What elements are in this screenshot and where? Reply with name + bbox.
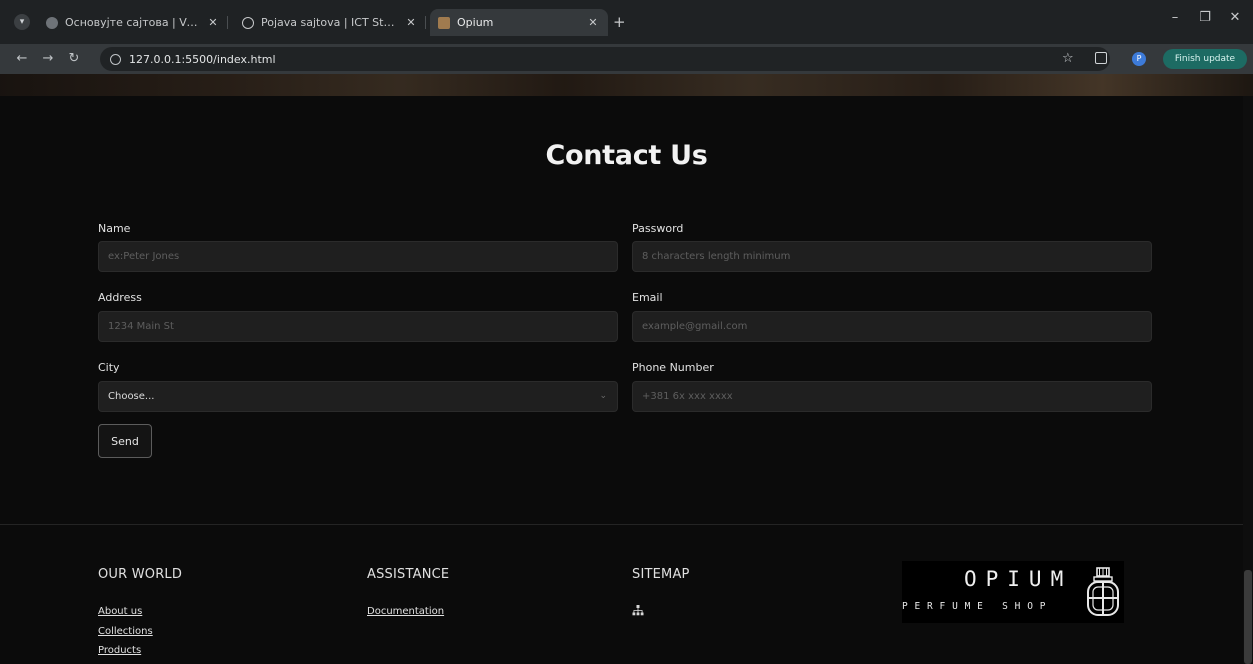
- phone-input[interactable]: +381 6x xxx xxxx: [632, 381, 1152, 412]
- url-text: 127.0.0.1:5500/index.html: [129, 52, 276, 66]
- tab-close-icon[interactable]: ✕: [206, 16, 220, 29]
- footer-divider: [0, 524, 1253, 525]
- address-label: Address: [98, 291, 142, 304]
- logo-wordmark: OPIUM: [964, 567, 1073, 591]
- profile-avatar[interactable]: P: [1132, 52, 1146, 66]
- tab-title: Pojava sajtova | ICT Studentski: [261, 16, 398, 29]
- site-info-icon[interactable]: [110, 53, 121, 65]
- sitemap-icon[interactable]: [632, 605, 644, 619]
- perfume-bottle-icon: [1087, 567, 1119, 616]
- extensions-icon[interactable]: [1095, 52, 1107, 64]
- email-label: Email: [632, 291, 663, 304]
- footer-heading-assistance: ASSISTANCE: [367, 567, 450, 582]
- hero-image-strip: [0, 74, 1253, 96]
- city-label: City: [98, 361, 120, 374]
- password-input[interactable]: 8 characters length minimum: [632, 241, 1152, 272]
- scrollbar-thumb[interactable]: [1244, 570, 1252, 664]
- address-input[interactable]: 1234 Main St: [98, 311, 618, 342]
- address-bar[interactable]: 127.0.0.1:5500/index.html: [100, 47, 1110, 71]
- globe-icon: [242, 16, 254, 29]
- restore-icon[interactable]: ❐: [1190, 10, 1220, 25]
- finish-update-button[interactable]: Finish update: [1163, 49, 1247, 69]
- forward-icon[interactable]: →: [40, 51, 56, 67]
- footer-link-about-us[interactable]: About us: [98, 606, 142, 617]
- logo-subtitle: PERFUME SHOP: [902, 601, 1053, 612]
- browser-toolbar: ← → ↻ 127.0.0.1:5500/index.html ☆ P Fini…: [0, 44, 1253, 74]
- footer-heading-sitemap: SITEMAP: [632, 567, 690, 582]
- password-label: Password: [632, 222, 684, 235]
- tab-title: Opium: [457, 16, 494, 29]
- minimize-icon[interactable]: –: [1160, 10, 1190, 25]
- browser-tab-1[interactable]: Основујте сајтова | Visoka ICT ✕: [38, 9, 228, 36]
- tab-title: Основујте сајтова | Visoka ICT: [65, 16, 200, 29]
- close-window-icon[interactable]: ✕: [1220, 10, 1250, 25]
- opium-favicon-icon: [438, 16, 450, 29]
- phone-label: Phone Number: [632, 361, 714, 374]
- city-selected-value: Choose...: [108, 391, 155, 402]
- browser-tab-bar: ▾ Основујте сајтова | Visoka ICT ✕ Pojav…: [0, 0, 1253, 44]
- chevron-down-icon: ⌄: [599, 391, 607, 401]
- name-input[interactable]: ex:Peter Jones: [98, 241, 618, 272]
- tab-favicon-icon: [46, 16, 58, 29]
- footer-link-collections[interactable]: Collections: [98, 626, 153, 637]
- new-tab-icon[interactable]: +: [613, 13, 626, 31]
- name-label: Name: [98, 222, 131, 235]
- bookmark-star-icon[interactable]: ☆: [1062, 51, 1074, 67]
- email-input[interactable]: example@gmail.com: [632, 311, 1152, 342]
- tab-close-icon[interactable]: ✕: [586, 16, 600, 29]
- browser-tab-2[interactable]: Pojava sajtova | ICT Studentski ✕: [234, 9, 426, 36]
- footer-link-documentation[interactable]: Documentation: [367, 606, 444, 617]
- send-button[interactable]: Send: [98, 424, 152, 458]
- footer-heading-our-world: OUR WORLD: [98, 567, 183, 582]
- opium-logo[interactable]: OPIUM PERFUME SHOP: [902, 561, 1124, 623]
- tab-close-icon[interactable]: ✕: [404, 16, 418, 29]
- tab-search-icon[interactable]: ▾: [14, 14, 30, 30]
- page-title: Contact Us: [545, 140, 708, 171]
- browser-tab-3[interactable]: Opium ✕: [430, 9, 608, 36]
- back-icon[interactable]: ←: [14, 51, 30, 67]
- reload-icon[interactable]: ↻: [66, 51, 82, 67]
- footer-link-products[interactable]: Products: [98, 645, 141, 656]
- city-select[interactable]: Choose... ⌄: [98, 381, 618, 412]
